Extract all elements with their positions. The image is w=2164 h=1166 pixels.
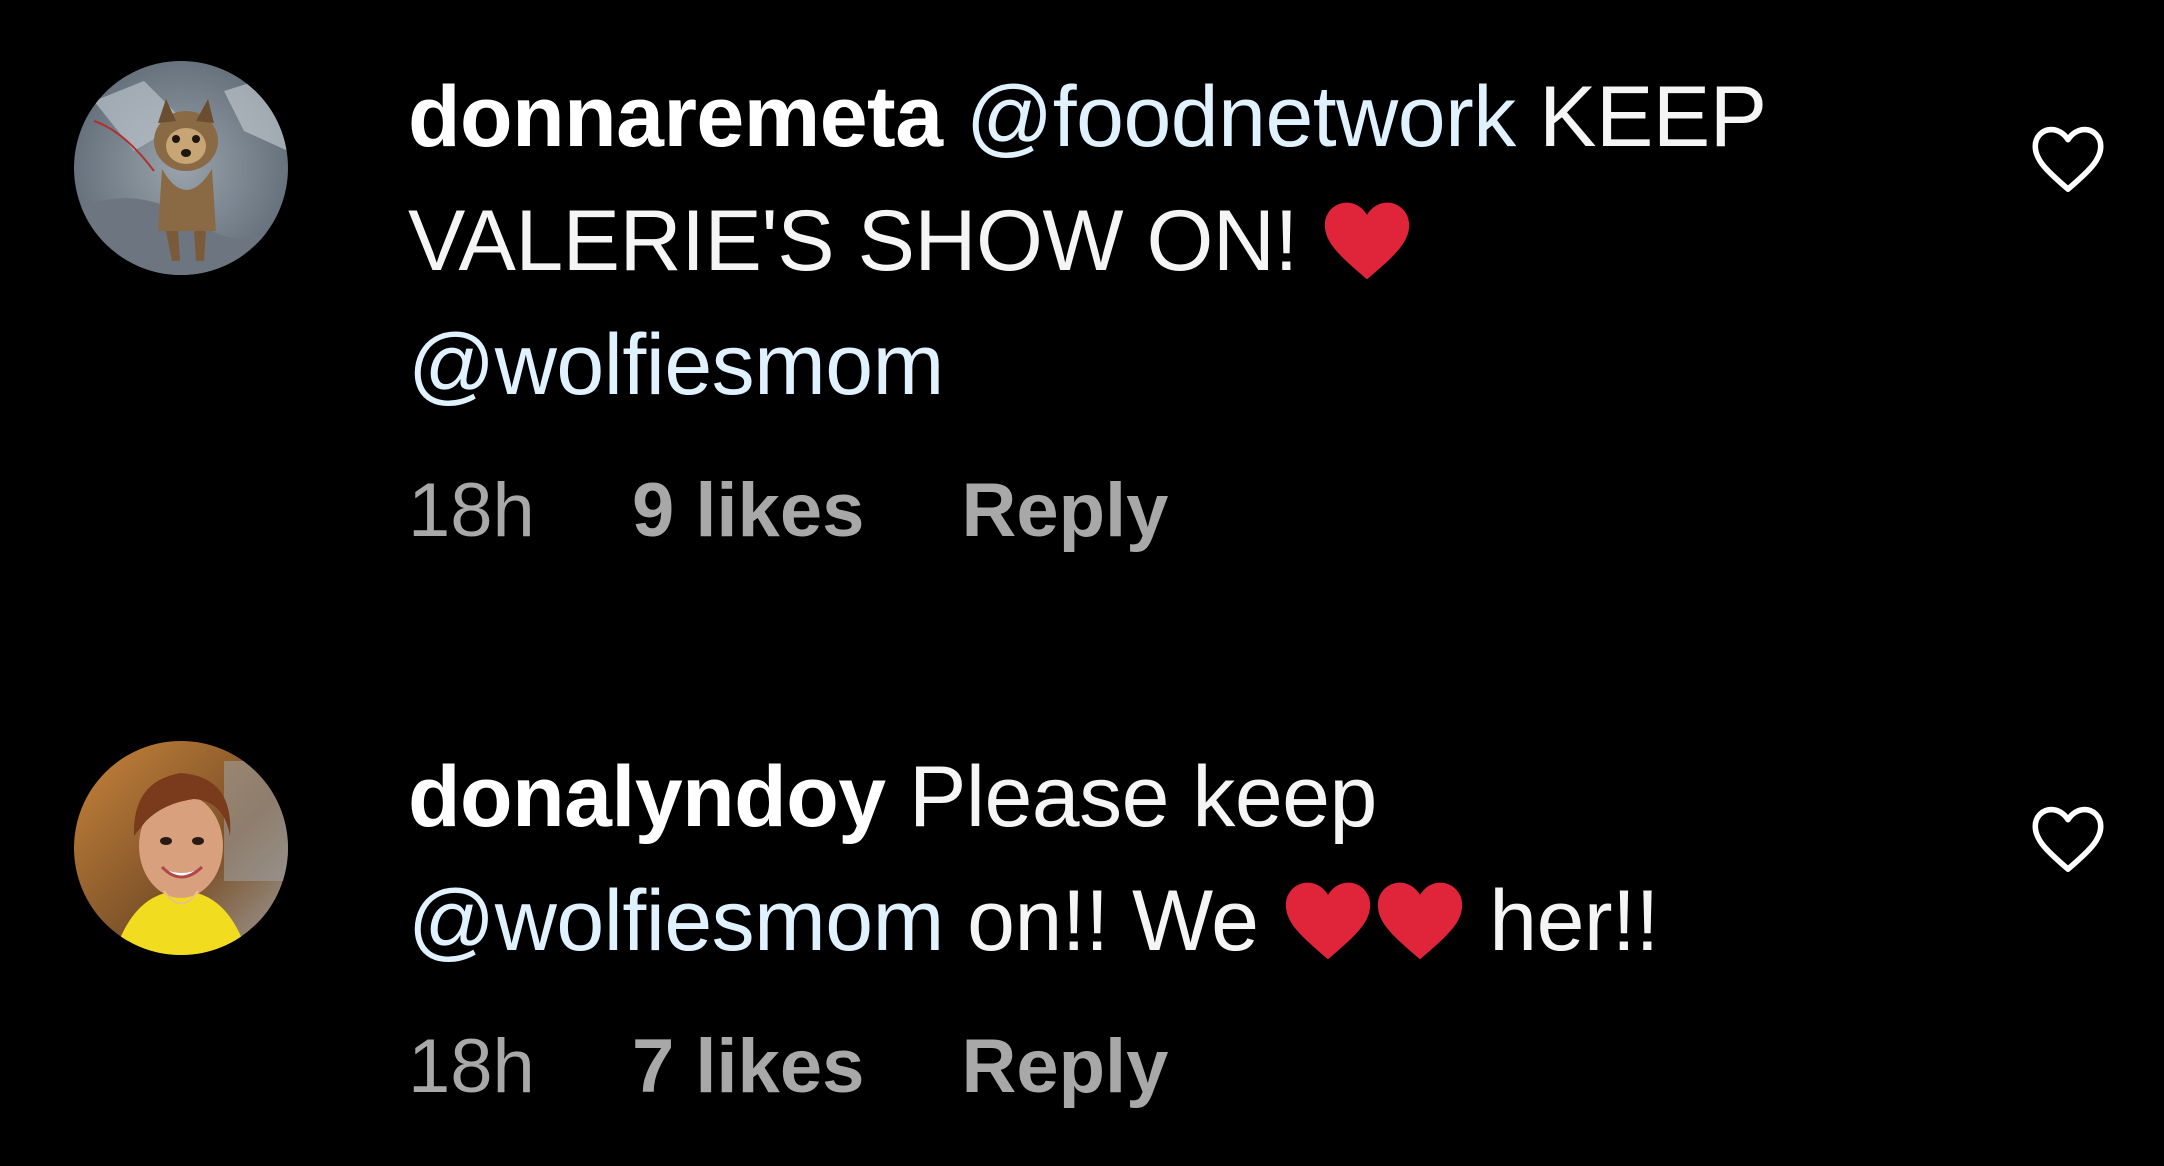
comment-username[interactable]: donalyndoy xyxy=(408,749,886,845)
comment-meta: 18h 7 likes Reply xyxy=(408,1017,1968,1117)
red-heart-emoji xyxy=(1282,877,1374,965)
red-heart-emoji xyxy=(1374,877,1466,965)
heart-outline-icon[interactable] xyxy=(2028,803,2108,875)
comment-text-segment: Please keep xyxy=(885,749,1377,845)
comment-body: donnaremeta @foodnetwork KEEP VALERIE'S … xyxy=(408,55,1968,561)
comment-body: donalyndoy Please keep @wolfiesmom on!! … xyxy=(408,735,1968,1117)
comment-timestamp: 18h xyxy=(408,1024,535,1109)
woman-photo-avatar xyxy=(74,741,288,955)
comment-username[interactable]: donnaremeta xyxy=(408,69,943,165)
comment-text: donnaremeta @foodnetwork KEEP VALERIE'S … xyxy=(408,55,1968,427)
comment-text-segment: on!! We xyxy=(943,873,1282,969)
red-heart-emoji xyxy=(1321,197,1413,285)
comment-timestamp: 18h xyxy=(408,468,535,553)
heart-outline-icon[interactable] xyxy=(2028,123,2108,195)
likes-count[interactable]: 9 likes xyxy=(632,461,864,561)
comment-text: donalyndoy Please keep @wolfiesmom on!! … xyxy=(408,735,1968,983)
mention-link[interactable]: @wolfiesmom xyxy=(408,317,944,413)
dog-photo-avatar xyxy=(74,61,288,275)
comment-text-segment: her!! xyxy=(1465,873,1659,969)
mention-link[interactable]: @wolfiesmom xyxy=(408,873,944,969)
mention-link[interactable]: @foodnetwork xyxy=(966,69,1516,165)
reply-button[interactable]: Reply xyxy=(961,461,1168,561)
comment-meta: 18h 9 likes Reply xyxy=(408,461,1968,561)
avatar[interactable] xyxy=(74,741,288,955)
reply-button[interactable]: Reply xyxy=(961,1017,1168,1117)
avatar[interactable] xyxy=(74,61,288,275)
likes-count[interactable]: 7 likes xyxy=(632,1017,864,1117)
